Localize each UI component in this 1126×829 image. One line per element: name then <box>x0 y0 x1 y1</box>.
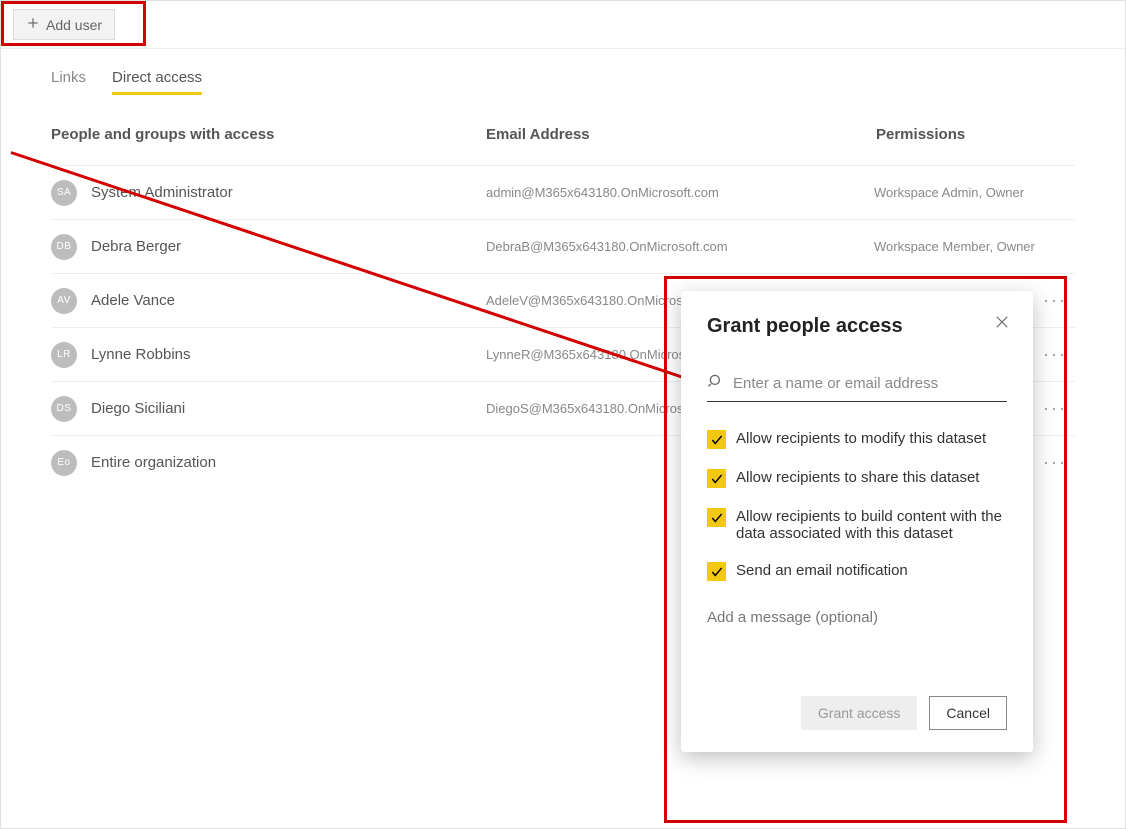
row-name: Adele Vance <box>91 292 486 309</box>
row-email: admin@M365x643180.OnMicrosoft.com <box>486 185 874 200</box>
avatar: DS <box>51 396 77 422</box>
checkbox-option: Allow recipients to modify this dataset <box>707 430 1007 449</box>
grant-access-dialog: Grant people access Allow recipients to … <box>681 291 1033 752</box>
checkbox[interactable] <box>707 430 726 449</box>
col-header-email: Email Address <box>486 126 876 143</box>
close-button[interactable] <box>993 313 1011 336</box>
checkbox[interactable] <box>707 469 726 488</box>
checkbox-option: Allow recipients to build content with t… <box>707 508 1007 542</box>
avatar: DB <box>51 234 77 260</box>
checkbox-label: Allow recipients to build content with t… <box>736 508 1007 542</box>
col-header-permissions: Permissions <box>876 126 1075 143</box>
search-icon <box>707 372 733 395</box>
avatar: SA <box>51 180 77 206</box>
toolbar: Add user <box>1 1 1125 49</box>
row-email: DebraB@M365x643180.OnMicrosoft.com <box>486 239 874 254</box>
grant-access-button[interactable]: Grant access <box>801 696 917 730</box>
checkbox-option: Allow recipients to share this dataset <box>707 469 1007 488</box>
avatar: Eo <box>51 450 77 476</box>
dialog-actions: Grant access Cancel <box>707 696 1007 730</box>
row-name: Lynne Robbins <box>91 346 486 363</box>
tab-links[interactable]: Links <box>51 69 86 95</box>
table-row: DBDebra BergerDebraB@M365x643180.OnMicro… <box>51 219 1075 273</box>
message-input[interactable]: Add a message (optional) <box>707 609 1007 626</box>
row-permissions: Workspace Admin, Owner <box>874 185 1075 200</box>
table-row: SASystem Administratoradmin@M365x643180.… <box>51 165 1075 219</box>
row-permissions: Workspace Member, Owner <box>874 239 1075 254</box>
avatar: AV <box>51 288 77 314</box>
tab-direct-access[interactable]: Direct access <box>112 69 202 95</box>
col-header-name: People and groups with access <box>51 126 486 143</box>
checkbox[interactable] <box>707 562 726 581</box>
dialog-title: Grant people access <box>707 315 1007 338</box>
annotation-highlight-adduser <box>1 1 146 46</box>
checkbox[interactable] <box>707 508 726 527</box>
checkbox-label: Send an email notification <box>736 562 908 579</box>
search-people-field[interactable] <box>707 372 1007 402</box>
permission-checkboxes: Allow recipients to modify this dataset A… <box>707 430 1007 581</box>
avatar: LR <box>51 342 77 368</box>
checkbox-label: Allow recipients to share this dataset <box>736 469 979 486</box>
row-name: Entire organization <box>91 454 486 471</box>
checkbox-option: Send an email notification <box>707 562 1007 581</box>
checkbox-label: Allow recipients to modify this dataset <box>736 430 986 447</box>
search-input[interactable] <box>733 375 1007 392</box>
row-name: Diego Siciliani <box>91 400 486 417</box>
tabs: Links Direct access <box>1 49 1125 96</box>
table-header: People and groups with access Email Addr… <box>51 126 1075 165</box>
cancel-button[interactable]: Cancel <box>929 696 1007 730</box>
